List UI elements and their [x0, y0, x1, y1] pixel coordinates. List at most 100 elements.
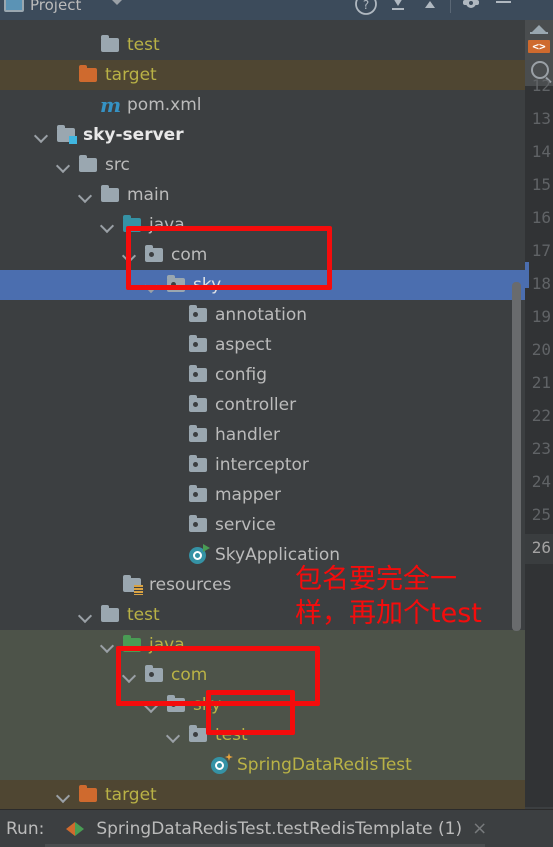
tree-row[interactable]: src: [0, 150, 525, 180]
editor-strip: <> 12 13 14 15 16 17 18 19 20 21 22 23 24 25 26: [525, 0, 553, 847]
editor-line-number: 22: [531, 406, 551, 425]
tree-row[interactable]: aspect: [0, 330, 525, 360]
run-toolwindow-bar: Run: SpringDataRedisTest.testRedisTempla…: [0, 809, 553, 847]
tree-row-label: SpringDataRedisTest: [237, 755, 412, 775]
editor-line-number: 25: [531, 505, 551, 524]
test-class-icon: [210, 753, 233, 774]
editor-line-number: 20: [531, 340, 551, 359]
folder-icon: [100, 185, 120, 204]
package-icon: [188, 365, 208, 384]
project-toolwindow-header: Project ?: [0, 0, 525, 20]
tree-row[interactable]: main: [0, 180, 525, 210]
tree-row-label: sky-server: [83, 125, 184, 145]
expand-all-icon[interactable]: [414, 0, 446, 20]
code-tag-icon[interactable]: <>: [528, 40, 550, 53]
settings-gear-icon[interactable]: [455, 0, 487, 20]
tree-expander-down-icon[interactable]: [56, 158, 70, 172]
idea-window: Project ? target SpringDataRedisTest test s…: [0, 0, 553, 847]
tree-row-label: resources: [149, 575, 232, 595]
editor-line-number: 26: [531, 538, 551, 557]
tree-row-label: aspect: [215, 335, 272, 355]
editor-line-number: 12: [531, 76, 551, 95]
help-icon[interactable]: ?: [350, 0, 382, 20]
toolwindow-toolbar: ?: [350, 0, 519, 20]
editor-line-number: 15: [531, 175, 551, 194]
folder-excluded-icon: [78, 65, 98, 84]
tree-expander-placeholder: [166, 548, 180, 562]
deploy-icon[interactable]: [530, 25, 548, 39]
editor-line-number: 13: [531, 109, 551, 128]
hide-toolwindow-icon[interactable]: [487, 0, 519, 20]
run-configuration-name: SpringDataRedisTest.testRedisTemplate (1…: [96, 818, 463, 839]
toolbar-divider: [450, 0, 451, 13]
tree-row-label: target: [105, 65, 157, 85]
tree-row[interactable]: target: [0, 780, 525, 810]
tree-row-label: target: [105, 785, 157, 805]
tree-row-label: handler: [215, 425, 280, 445]
editor-line-number: 24: [531, 472, 551, 491]
tree-row-label: test: [127, 35, 160, 55]
tree-row[interactable]: handler: [0, 420, 525, 450]
editor-gutter: 12 13 14 15 16 17 18 19 20 21 22 23 24 25 26: [525, 76, 553, 847]
annotation-box-test-package: [206, 690, 295, 735]
package-icon: [188, 305, 208, 324]
tree-expander-down-icon[interactable]: [78, 188, 92, 202]
editor-line-number: 17: [531, 241, 551, 260]
tree-expander-down-icon[interactable]: [78, 608, 92, 622]
tree-row[interactable]: test: [0, 30, 525, 60]
module-icon: [56, 125, 77, 144]
spring-boot-class-icon: [188, 544, 210, 564]
svg-text:?: ?: [363, 0, 369, 12]
package-icon: [188, 455, 208, 474]
run-configuration-tab[interactable]: SpringDataRedisTest.testRedisTemplate (1…: [66, 818, 487, 839]
collapse-all-icon[interactable]: [382, 0, 414, 20]
tree-expander-down-icon[interactable]: [34, 128, 48, 142]
tree-row[interactable]: target: [0, 60, 525, 90]
editor-line-number: 14: [531, 142, 551, 161]
folder-icon: [78, 155, 98, 174]
package-icon: [188, 485, 208, 504]
run-label: Run:: [6, 818, 45, 839]
folder-icon: [100, 605, 120, 624]
tree-row-label: src: [105, 155, 130, 175]
tree-row-label: annotation: [215, 305, 308, 325]
package-icon: [188, 515, 208, 534]
package-icon: [188, 395, 208, 414]
tree-expander-down-icon[interactable]: [100, 218, 114, 232]
resources-folder-icon: [122, 575, 143, 595]
annotation-note-line1: 包名要完全一: [295, 564, 457, 595]
tree-row-label: controller: [215, 395, 297, 415]
annotation-box-main-package: [126, 226, 332, 290]
tree-row-label: SkyApplication: [215, 545, 341, 565]
tree-row[interactable]: SpringDataRedisTest: [0, 750, 525, 780]
package-icon: [188, 425, 208, 444]
toolwindow-title: Project: [30, 0, 82, 14]
tree-row[interactable]: sky-server: [0, 120, 525, 150]
tree-row-label: interceptor: [215, 455, 309, 475]
tree-row[interactable]: service: [0, 510, 525, 540]
editor-strip-header: [525, 0, 553, 20]
tree-vertical-scrollbar[interactable]: [512, 282, 521, 631]
maven-file-icon: m: [100, 93, 122, 117]
editor-strip-toolbar: <>: [525, 20, 553, 54]
tree-expander-down-icon[interactable]: [166, 728, 180, 742]
tree-row[interactable]: controller: [0, 390, 525, 420]
tree-row[interactable]: config: [0, 360, 525, 390]
editor-line-number: 21: [531, 373, 551, 392]
editor-line-number: 19: [531, 307, 551, 326]
package-icon: [188, 335, 208, 354]
tree-row[interactable]: m pom.xml: [0, 90, 525, 120]
chevron-down-icon[interactable]: [110, 0, 124, 5]
tree-row-label: test: [127, 605, 160, 625]
tree-expander-down-icon[interactable]: [100, 638, 114, 652]
tree-expander-down-icon[interactable]: [56, 788, 70, 802]
tree-row[interactable]: mapper: [0, 480, 525, 510]
project-icon: [4, 0, 24, 12]
annotation-note-line2: 样，再加个test: [295, 598, 482, 629]
tree-expander-placeholder: [78, 98, 92, 112]
folder-icon: [100, 35, 120, 54]
close-icon[interactable]: ×: [472, 818, 487, 839]
tree-row[interactable]: annotation: [0, 300, 525, 330]
tree-row[interactable]: interceptor: [0, 450, 525, 480]
run-debug-icon: [66, 820, 88, 838]
